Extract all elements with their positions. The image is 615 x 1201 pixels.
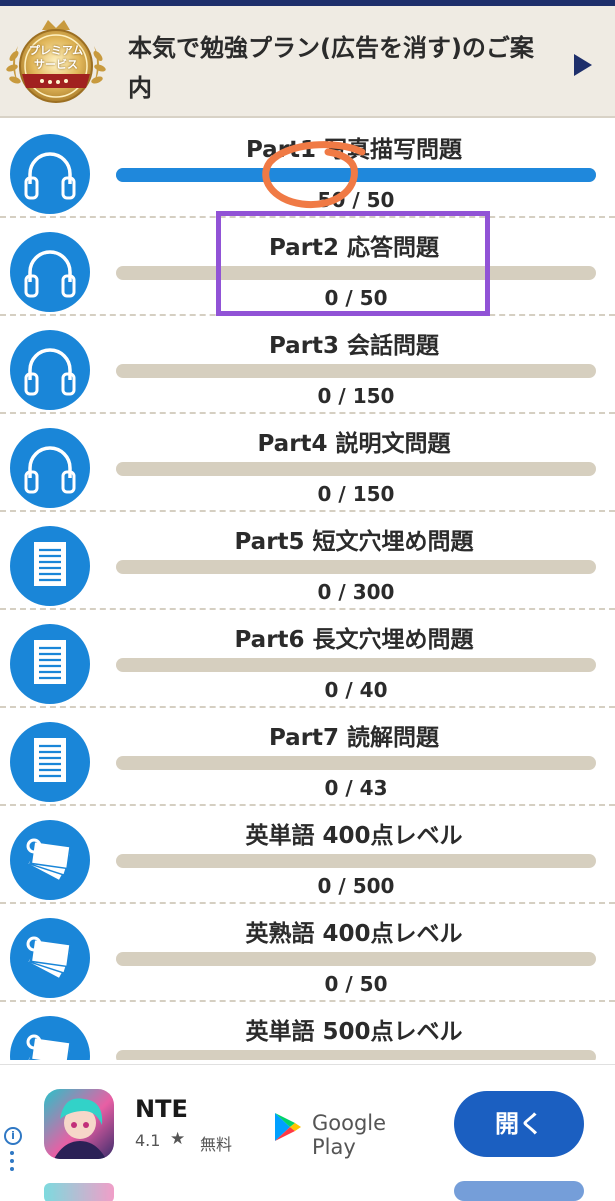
- list-item-title: Part4 説明文問題: [257, 431, 451, 457]
- headphones-icon: [10, 134, 90, 214]
- open-button[interactable]: 開く: [454, 1091, 584, 1157]
- progress-count: 0 / 150: [317, 384, 395, 408]
- list-item-part5[interactable]: Part5 短文穴埋め問題 0 / 300: [0, 512, 615, 610]
- progress-bar: [116, 756, 596, 770]
- list-item-idiom-400[interactable]: 英熟語 400点レベル 0 / 50: [0, 904, 615, 1002]
- list-item-part4[interactable]: Part4 説明文問題 0 / 150: [0, 414, 615, 512]
- google-play-logo: Google Play: [272, 1109, 432, 1159]
- progress-count: 0 / 40: [324, 678, 388, 702]
- ad-banner[interactable]: i NTE 4.1 ★ 無料 Google Play 開く: [0, 1064, 615, 1201]
- flashcards-icon: [10, 1016, 90, 1060]
- headphones-icon: [10, 428, 90, 508]
- list-item-vocab-400[interactable]: 英単語 400点レベル 0 / 500: [0, 806, 615, 904]
- orange-circle-annotation: [262, 141, 366, 209]
- badge-line1: プレミアム: [28, 44, 84, 57]
- google-play-icon: [275, 1113, 301, 1141]
- list-item-title: 英単語 400点レベル: [245, 823, 463, 849]
- store-name: Google Play: [312, 1111, 387, 1159]
- flashcards-icon: [10, 918, 90, 998]
- app-icon[interactable]: [44, 1089, 114, 1159]
- ad-shadow-strip: [0, 1175, 615, 1201]
- document-icon: [10, 526, 90, 606]
- app-name: NTE: [135, 1095, 188, 1123]
- ad-menu-icon[interactable]: [10, 1151, 14, 1173]
- list-item-title: 英単語 500点レベル: [245, 1019, 463, 1045]
- ad-info-icon[interactable]: i: [4, 1127, 22, 1145]
- badge-line2: サービス: [34, 58, 78, 71]
- progress-bar: [116, 854, 596, 868]
- headphones-icon: [10, 330, 90, 410]
- list-item-part7[interactable]: Part7 読解問題 0 / 43: [0, 708, 615, 806]
- list-item-title: Part3 会話問題: [268, 333, 440, 359]
- list-item-title: Part7 読解問題: [268, 725, 440, 751]
- progress-bar: [116, 1050, 596, 1060]
- progress-bar: [116, 658, 596, 672]
- progress-bar: [116, 560, 596, 574]
- app-rating: 4.1: [135, 1131, 161, 1150]
- star-icon: ★: [170, 1129, 186, 1149]
- banner-title: 本気で勉強プラン(広告を消す)のご案内: [128, 34, 534, 102]
- premium-banner[interactable]: プレミアム サービス 本気で勉強プラン(広告を消す)のご案内: [0, 6, 615, 118]
- list-item-title: Part5 短文穴埋め問題: [234, 529, 474, 555]
- progress-count: 0 / 150: [317, 482, 395, 506]
- progress-count: 0 / 43: [324, 776, 388, 800]
- flashcards-icon: [10, 820, 90, 900]
- progress-bar: [116, 364, 596, 378]
- progress-bar: [116, 952, 596, 966]
- purple-highlight-box: [216, 211, 490, 316]
- progress-count: 0 / 500: [317, 874, 395, 898]
- document-icon: [10, 624, 90, 704]
- list-item-part6[interactable]: Part6 長文穴埋め問題 0 / 40: [0, 610, 615, 708]
- badge-text: プレミアム サービス: [16, 44, 96, 72]
- chevron-right-icon: [574, 54, 592, 76]
- document-icon: [10, 722, 90, 802]
- progress-bar: [116, 462, 596, 476]
- progress-count: 0 / 50: [324, 972, 388, 996]
- list-item-title: 英熟語 400点レベル: [245, 921, 463, 947]
- list-item-vocab-500[interactable]: 英単語 500点レベル: [0, 1002, 615, 1060]
- app-price: 無料: [200, 1135, 233, 1154]
- progress-count: 0 / 300: [317, 580, 395, 604]
- headphones-icon: [10, 232, 90, 312]
- list-item-part3[interactable]: Part3 会話問題 0 / 150: [0, 316, 615, 414]
- list-item-title: Part6 長文穴埋め問題: [234, 627, 474, 653]
